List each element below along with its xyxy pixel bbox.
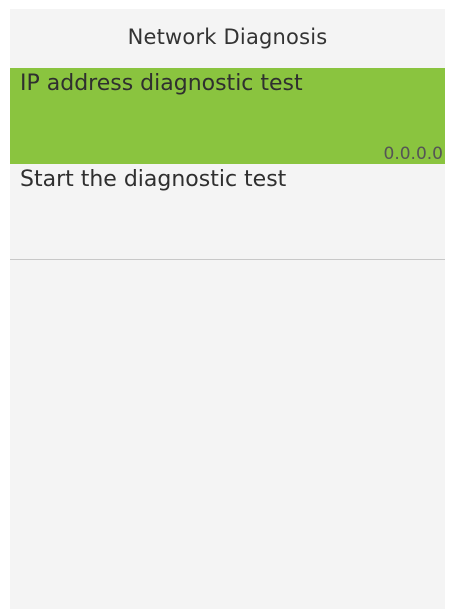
title-bar: Network Diagnosis: [10, 9, 445, 64]
menu-item-start-diagnostic-test[interactable]: Start the diagnostic test: [10, 164, 445, 260]
ip-address-value: 0.0.0.0: [383, 144, 443, 164]
device-screen: Network Diagnosis IP address diagnostic …: [10, 9, 445, 609]
menu-item-label: Start the diagnostic test: [20, 167, 287, 192]
menu-item-label: IP address diagnostic test: [20, 71, 303, 96]
page-title: Network Diagnosis: [127, 24, 328, 49]
menu-item-ip-address-diagnostic-test[interactable]: IP address diagnostic test 0.0.0.0: [10, 68, 445, 164]
